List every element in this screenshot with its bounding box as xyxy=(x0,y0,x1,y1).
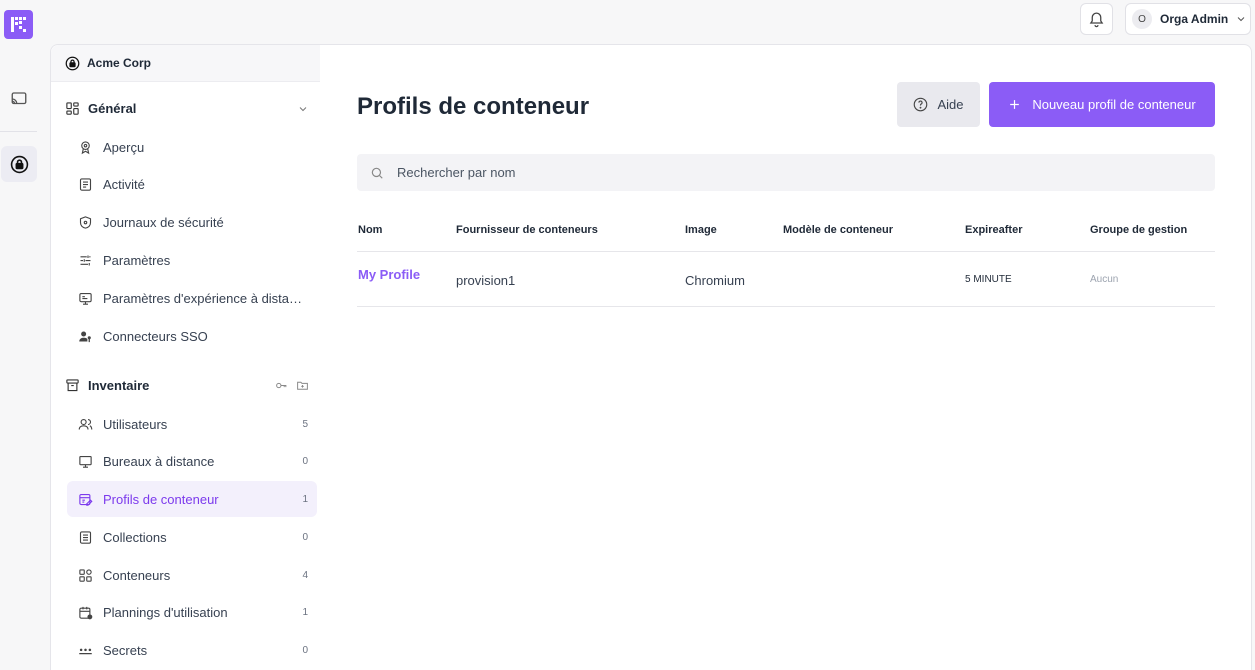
password-icon xyxy=(79,648,92,654)
top-bar xyxy=(38,0,1255,44)
search-input[interactable] xyxy=(397,165,1177,180)
sidebar-item-parametres[interactable]: Paramètres xyxy=(67,242,317,278)
profiles-table: Nom Fournisseur de conteneurs Image Modè… xyxy=(357,215,1215,307)
monitor-icon xyxy=(79,455,92,468)
cell-group: Aucun xyxy=(1090,274,1119,285)
folder-add-icon[interactable] xyxy=(296,379,309,392)
sidebar-item-connecteurs-sso[interactable]: Connecteurs SSO xyxy=(67,318,317,354)
remote-screen-icon xyxy=(79,292,92,305)
table-row[interactable]: My Profile provision1 Chromium 5 MINUTE … xyxy=(357,252,1215,307)
count-badge: 0 xyxy=(302,531,308,543)
column-header-image[interactable]: Image xyxy=(685,224,717,236)
cell-image: Chromium xyxy=(685,273,745,288)
section-general-title: Général xyxy=(88,101,137,116)
cell-expire: 5 MINUTE xyxy=(965,274,1012,285)
plus-icon xyxy=(1010,100,1020,109)
column-header-template[interactable]: Modèle de conteneur xyxy=(783,224,893,236)
org-name: Acme Corp xyxy=(87,56,152,70)
column-header-name[interactable]: Nom xyxy=(358,224,382,236)
cell-provider: provision1 xyxy=(456,273,516,288)
section-inventory-title: Inventaire xyxy=(88,378,150,393)
help-button[interactable]: Aide xyxy=(897,82,980,127)
column-header-expire[interactable]: Expireafter xyxy=(965,224,1022,236)
sidebar-item-activite[interactable]: Activité xyxy=(67,166,317,202)
help-circle-icon xyxy=(914,97,928,112)
new-container-profile-button[interactable]: Nouveau profil de conteneur xyxy=(989,82,1215,127)
shield-icon xyxy=(79,215,92,229)
count-badge: 4 xyxy=(302,569,308,581)
sidebar-item-journaux-securite[interactable]: Journaux de sécurité xyxy=(67,204,317,240)
calendar-icon xyxy=(79,606,93,619)
count-badge: 0 xyxy=(302,644,308,656)
profile-name-link[interactable]: My Profile xyxy=(358,267,420,282)
column-header-group[interactable]: Groupe de gestion xyxy=(1090,224,1187,236)
table-header: Nom Fournisseur de conteneurs Image Modè… xyxy=(357,215,1215,252)
grid-icon xyxy=(79,568,92,582)
notifications-button[interactable] xyxy=(1080,3,1113,35)
org-header[interactable]: Acme Corp xyxy=(51,45,320,82)
main-panel: Profils de conteneur Aide Nouveau profil… xyxy=(320,44,1252,670)
sidebar-item-profils-conteneur[interactable]: Profils de conteneur 1 xyxy=(67,481,317,517)
lock-icon xyxy=(65,56,80,70)
cast-icon[interactable] xyxy=(1,81,37,117)
award-icon xyxy=(81,140,90,154)
search-icon xyxy=(371,167,383,179)
sidebar-item-bureaux[interactable]: Bureaux à distance 0 xyxy=(67,443,317,479)
collection-icon xyxy=(79,530,92,544)
count-badge: 5 xyxy=(302,418,308,430)
chevron-down-icon xyxy=(1237,17,1245,22)
archive-icon xyxy=(66,379,79,392)
document-icon xyxy=(79,177,92,191)
count-badge: 1 xyxy=(302,606,308,618)
sidebar-item-parametres-experience[interactable]: Paramètres d'expérience à distance xyxy=(67,280,317,316)
search-bar xyxy=(357,154,1215,191)
sidebar-item-utilisateurs[interactable]: Utilisateurs 5 xyxy=(67,406,317,442)
avatar: O xyxy=(1132,9,1152,29)
count-badge: 1 xyxy=(302,493,308,505)
sidebar-item-plannings[interactable]: Plannings d'utilisation 1 xyxy=(67,594,317,630)
rail-divider xyxy=(0,131,37,132)
sidebar-item-apercu[interactable]: Aperçu xyxy=(67,129,317,165)
count-badge: 0 xyxy=(302,455,308,467)
dashboard-icon xyxy=(66,102,79,115)
container-profile-icon xyxy=(79,493,93,506)
chevron-down-icon[interactable] xyxy=(297,103,309,115)
sidebar-item-conteneurs[interactable]: Conteneurs 4 xyxy=(67,557,317,593)
sidebar-item-collections[interactable]: Collections 0 xyxy=(67,519,317,555)
user-key-icon xyxy=(79,331,91,342)
page-title: Profils de conteneur xyxy=(357,93,590,120)
sliders-icon xyxy=(80,255,91,265)
users-icon xyxy=(78,418,93,430)
key-icon[interactable] xyxy=(275,379,288,392)
user-menu-button[interactable]: O Orga Admin xyxy=(1125,3,1251,35)
section-inventory[interactable]: Inventaire xyxy=(65,378,309,393)
section-general[interactable]: Général xyxy=(65,101,309,116)
bell-icon xyxy=(1089,11,1104,27)
sidebar-item-secrets[interactable]: Secrets 0 xyxy=(67,632,317,668)
app-logo-icon[interactable] xyxy=(4,10,33,39)
column-header-provider[interactable]: Fournisseur de conteneurs xyxy=(456,224,598,236)
app-rail xyxy=(0,0,38,670)
user-name: Orga Admin xyxy=(1160,12,1229,26)
org-lock-icon[interactable] xyxy=(1,146,37,182)
sidebar: Acme Corp Général Aperçu Activité Journa… xyxy=(50,44,321,670)
